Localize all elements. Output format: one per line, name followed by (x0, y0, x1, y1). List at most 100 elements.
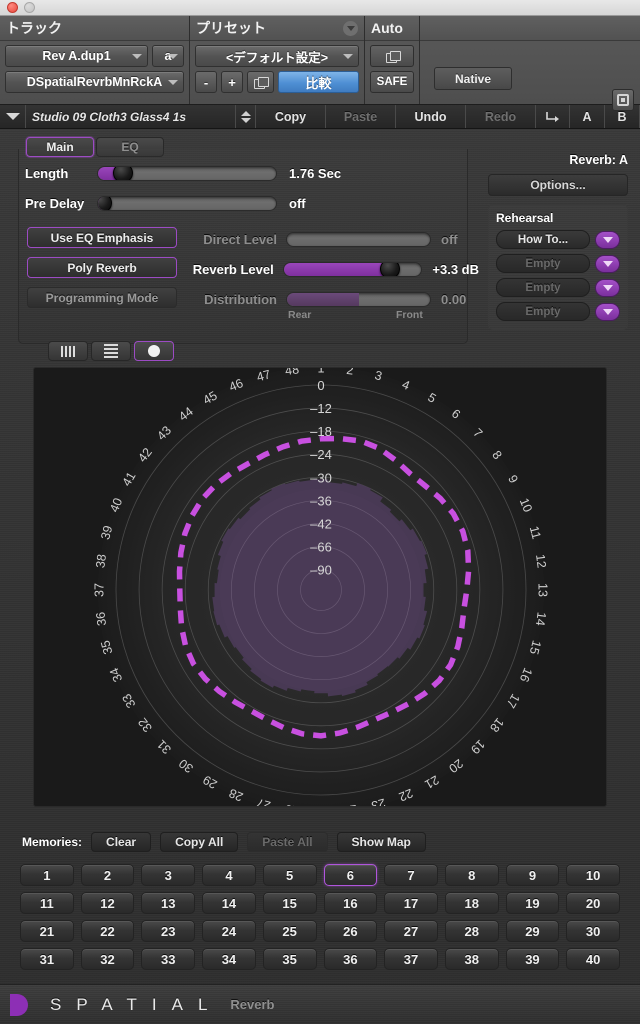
rehearsal-slot-2-menu[interactable] (595, 254, 620, 273)
polar-plot[interactable]: 0 –12 –18 –24 –30 –36 –42 –66 –90 1 2 3 4 5 6 7 8 9 10 11 12… (33, 367, 607, 807)
memory-slot-12[interactable]: 12 (80, 892, 135, 914)
memory-slot-18[interactable]: 18 (444, 892, 499, 914)
distribution-slider[interactable] (286, 291, 431, 307)
plugin-name-dropdown[interactable]: DSpatialRevrbMnRckA (5, 71, 184, 93)
lines-view-button[interactable] (91, 341, 131, 361)
memory-slot-33[interactable]: 33 (141, 948, 196, 970)
radial-tick--42: –42 (310, 516, 332, 531)
memory-slot-32[interactable]: 32 (80, 948, 135, 970)
plugin-name-label: DSpatialRevrbMnRckA (26, 75, 163, 89)
track-letter-dropdown[interactable]: a (152, 45, 184, 67)
length-slider-knob[interactable] (112, 166, 133, 180)
memory-slot-3[interactable]: 3 (141, 864, 196, 886)
memory-slot-6[interactable]: 6 (323, 864, 378, 886)
stepper-up-icon[interactable] (240, 110, 251, 116)
memory-slot-16[interactable]: 16 (323, 892, 378, 914)
memory-slot-27[interactable]: 27 (384, 920, 438, 942)
memory-slot-17[interactable]: 17 (384, 892, 438, 914)
preset-previous-button[interactable]: - (195, 71, 217, 93)
copy-button[interactable]: Copy (256, 105, 326, 128)
memory-slot-13[interactable]: 13 (141, 892, 196, 914)
compare-button[interactable]: 比較 (278, 71, 359, 93)
memory-slot-4[interactable]: 4 (202, 864, 256, 886)
rehearsal-slot-1[interactable]: How To... (496, 230, 590, 249)
memory-slot-21[interactable]: 21 (20, 920, 74, 942)
polar-view-button[interactable] (134, 341, 174, 361)
preset-next-button[interactable]: + (221, 71, 243, 93)
memory-slot-8[interactable]: 8 (444, 864, 499, 886)
undo-button[interactable]: Undo (396, 105, 466, 128)
preset-menu-icon[interactable] (343, 21, 358, 36)
chevron-down-icon (343, 54, 353, 59)
use-eq-emphasis-button[interactable]: Use EQ Emphasis (27, 227, 177, 248)
memory-slot-38[interactable]: 38 (444, 948, 499, 970)
memory-slot-2[interactable]: 2 (80, 864, 135, 886)
memory-slot-10[interactable]: 10 (566, 864, 620, 886)
chevron-down-icon (602, 236, 613, 243)
rehearsal-slot-4[interactable]: Empty (496, 302, 590, 321)
chevron-down-icon (602, 284, 613, 291)
automation-icon (385, 50, 401, 63)
memory-slot-34[interactable]: 34 (202, 948, 256, 970)
plugin-body: Main EQ Length 1.76 Sec Pre Delay off Us… (0, 129, 640, 819)
memory-slot-22[interactable]: 22 (80, 920, 135, 942)
memory-slot-9[interactable]: 9 (505, 864, 560, 886)
memory-slot-20[interactable]: 20 (566, 892, 620, 914)
memory-slot-31[interactable]: 31 (20, 948, 74, 970)
memories-show-map-button[interactable]: Show Map (336, 832, 426, 852)
memory-slot-25[interactable]: 25 (262, 920, 317, 942)
memory-slot-37[interactable]: 37 (384, 948, 438, 970)
memory-slot-40[interactable]: 40 (566, 948, 620, 970)
memory-slot-grid: 1 2 3 4 5 6 7 8 9 10 11 12 13 14 15 16 17 18 19 20 21 22 23 24 2… (20, 864, 620, 970)
speaker-tick-36: 36 (93, 611, 109, 627)
rehearsal-slot-3[interactable]: Empty (496, 278, 590, 297)
memory-slot-36[interactable]: 36 (323, 948, 378, 970)
memory-slot-1[interactable]: 1 (20, 864, 74, 886)
bars-view-button[interactable] (48, 341, 88, 361)
memories-clear-button[interactable]: Clear (91, 832, 152, 852)
automation-enable-button[interactable] (370, 45, 414, 67)
compare-toggle-button[interactable] (536, 105, 570, 128)
target-window-button[interactable] (612, 89, 634, 111)
preset-select-dropdown[interactable]: <デフォルト設定> (195, 45, 359, 67)
direct-level-slider[interactable] (286, 231, 431, 247)
rehearsal-slot-2[interactable]: Empty (496, 254, 590, 273)
memory-slot-28[interactable]: 28 (444, 920, 499, 942)
stepper-down-icon[interactable] (240, 117, 251, 123)
memory-slot-39[interactable]: 39 (505, 948, 560, 970)
preset-save-button[interactable] (247, 71, 274, 93)
pre-delay-slider-knob[interactable] (98, 196, 112, 210)
rehearsal-slot-4-menu[interactable] (595, 302, 620, 321)
memory-slot-7[interactable]: 7 (384, 864, 438, 886)
current-preset-name[interactable]: Studio 09 Cloth3 Glass4 1s (26, 105, 236, 128)
reverb-level-slider-knob[interactable] (379, 262, 400, 276)
memory-slot-15[interactable]: 15 (262, 892, 317, 914)
memory-slot-5[interactable]: 5 (262, 864, 317, 886)
options-button[interactable]: Options... (488, 174, 628, 196)
length-slider[interactable] (97, 165, 277, 181)
memory-slot-29[interactable]: 29 (505, 920, 560, 942)
preset-browser-button[interactable] (0, 105, 26, 128)
memory-slot-23[interactable]: 23 (141, 920, 196, 942)
rehearsal-slot-3-menu[interactable] (595, 278, 620, 297)
memory-slot-30[interactable]: 30 (566, 920, 620, 942)
memory-slot-26[interactable]: 26 (323, 920, 378, 942)
preset-stepper[interactable] (236, 105, 256, 128)
memory-slot-11[interactable]: 11 (20, 892, 74, 914)
memory-slot-24[interactable]: 24 (202, 920, 256, 942)
programming-mode-button[interactable]: Programming Mode (27, 287, 177, 308)
memory-slot-14[interactable]: 14 (202, 892, 256, 914)
poly-reverb-button[interactable]: Poly Reverb (27, 257, 177, 278)
minimize-window-icon[interactable] (24, 2, 35, 13)
reverb-level-slider[interactable] (282, 261, 423, 277)
window-titlebar (0, 0, 640, 16)
track-name-dropdown[interactable]: Rev A.dup1 (5, 45, 148, 67)
pre-delay-slider[interactable] (97, 195, 277, 211)
memory-slot-35[interactable]: 35 (262, 948, 317, 970)
close-window-icon[interactable] (7, 2, 18, 13)
memory-slot-19[interactable]: 19 (505, 892, 560, 914)
safe-button[interactable]: SAFE (370, 71, 414, 93)
setting-a-button[interactable]: A (570, 105, 605, 128)
rehearsal-slot-1-menu[interactable] (595, 230, 620, 249)
memories-copy-all-button[interactable]: Copy All (160, 832, 239, 852)
